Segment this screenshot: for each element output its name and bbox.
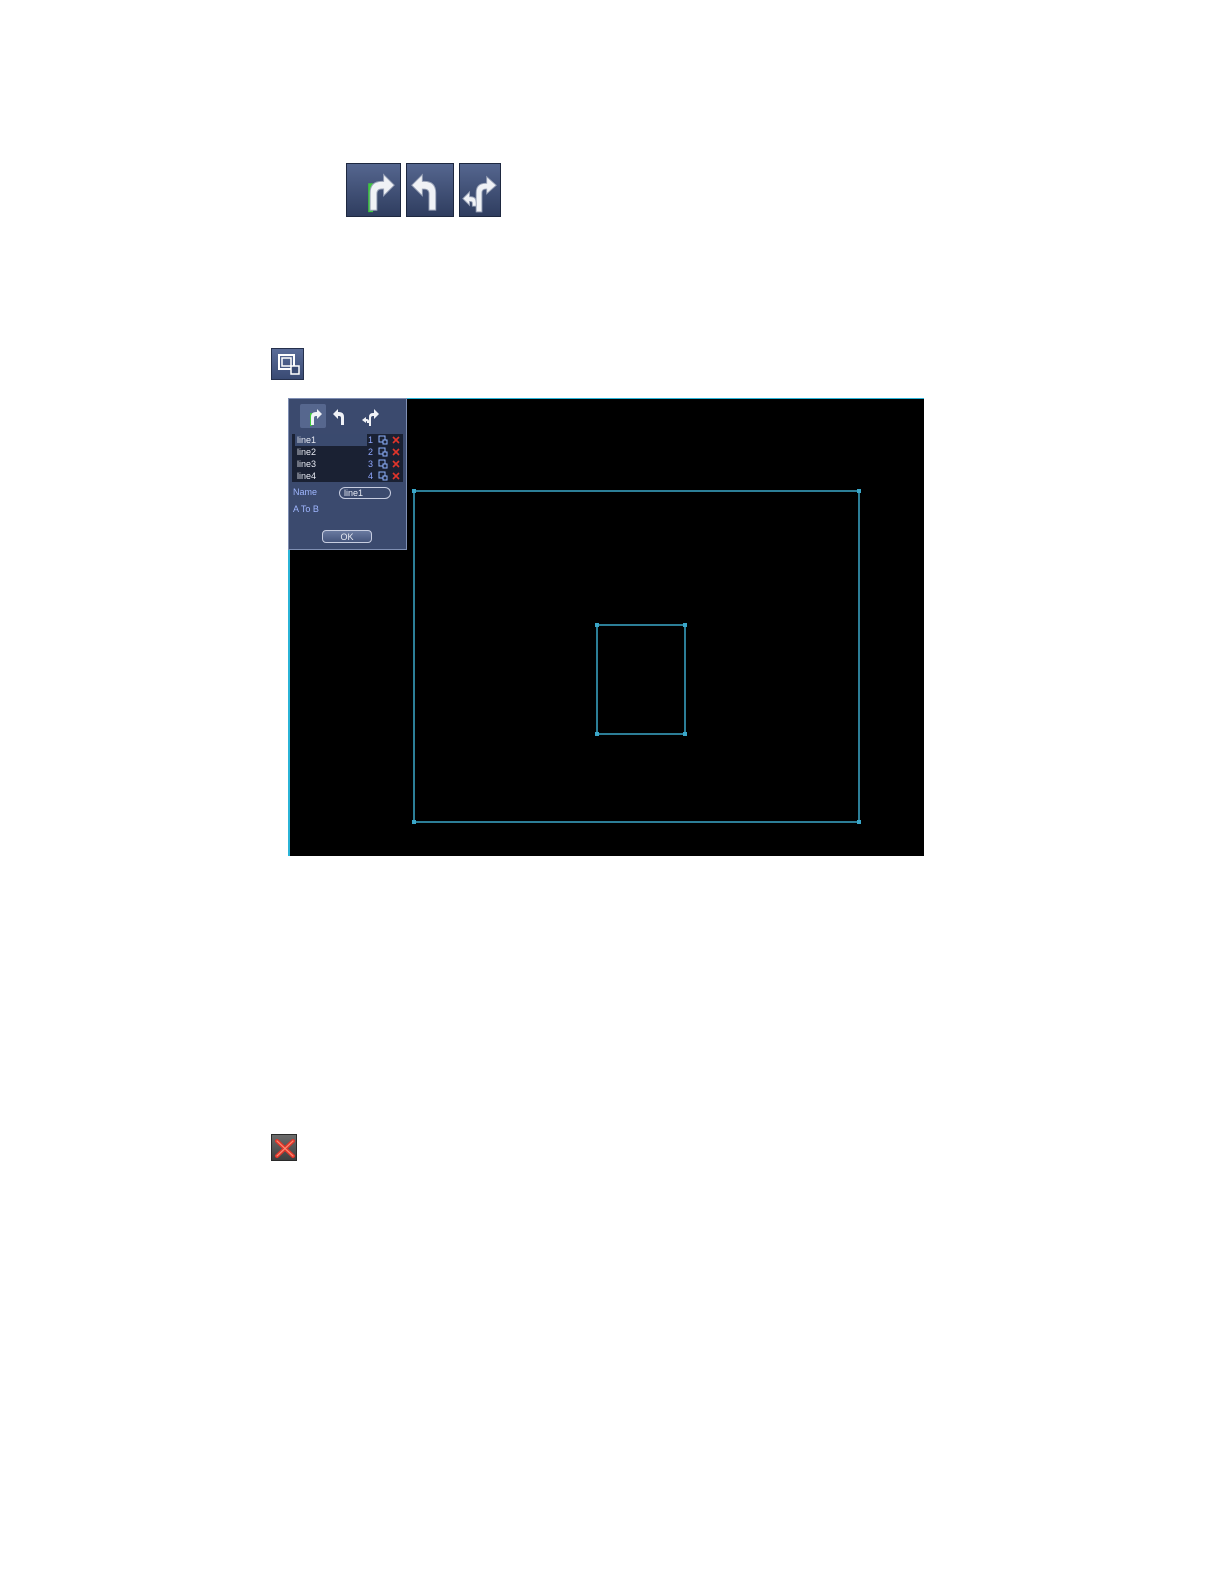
edit-region-icon bbox=[278, 354, 300, 375]
direction-label: A To B bbox=[293, 504, 319, 514]
left-turn-arrow-icon bbox=[333, 409, 344, 425]
outer-region-handle-bl[interactable] bbox=[412, 820, 416, 824]
bidirectional-arrow-icon bbox=[362, 409, 379, 426]
inner-region-handle-bl[interactable] bbox=[595, 732, 599, 736]
list-item[interactable]: line1 1 bbox=[292, 434, 403, 446]
outer-region[interactable] bbox=[413, 490, 860, 823]
line-name: line3 bbox=[297, 459, 317, 469]
ok-button[interactable]: OK bbox=[322, 530, 372, 543]
line-name: line2 bbox=[297, 447, 317, 457]
list-item[interactable]: line3 3 bbox=[292, 458, 403, 470]
delete-x-icon[interactable] bbox=[391, 447, 401, 457]
bidirectional-arrow-icon bbox=[462, 175, 497, 213]
inner-region[interactable] bbox=[596, 624, 686, 735]
edit-region-icon[interactable] bbox=[378, 435, 388, 445]
inner-region-handle-br[interactable] bbox=[683, 732, 687, 736]
line-list: line1 1 line2 2 line3 3 line4 4 bbox=[292, 434, 403, 482]
direction-b-to-a-button[interactable] bbox=[406, 163, 454, 217]
outer-region-handle-br[interactable] bbox=[857, 820, 861, 824]
edit-region-icon[interactable] bbox=[378, 471, 388, 481]
right-turn-arrow-icon bbox=[310, 409, 322, 426]
line-number: 4 bbox=[368, 471, 374, 481]
inner-region-handle-tr[interactable] bbox=[683, 623, 687, 627]
delete-x-icon[interactable] bbox=[391, 459, 401, 469]
edit-region-icon[interactable] bbox=[378, 447, 388, 457]
name-label: Name bbox=[293, 487, 318, 497]
outer-region-handle-tr[interactable] bbox=[857, 489, 861, 493]
tool-direction-both[interactable] bbox=[358, 404, 384, 428]
list-item[interactable]: line4 4 bbox=[292, 470, 403, 482]
delete-region-button[interactable] bbox=[271, 1134, 297, 1161]
delete-x-icon[interactable] bbox=[391, 435, 401, 445]
edit-region-icon[interactable] bbox=[378, 459, 388, 469]
inner-region-handle-tl[interactable] bbox=[595, 623, 599, 627]
outer-region-handle-tl[interactable] bbox=[412, 489, 416, 493]
line-number: 1 bbox=[368, 435, 374, 445]
delete-x-icon[interactable] bbox=[391, 471, 401, 481]
edit-region-button[interactable] bbox=[271, 348, 304, 380]
right-turn-arrow-icon bbox=[368, 173, 395, 213]
line-name: line1 bbox=[295, 434, 367, 446]
line-number: 2 bbox=[368, 447, 374, 457]
direction-a-to-b-button[interactable] bbox=[346, 163, 401, 217]
tool-direction-b-to-a[interactable] bbox=[329, 404, 355, 428]
line-number: 3 bbox=[368, 459, 374, 469]
left-turn-arrow-icon bbox=[411, 173, 437, 211]
direction-both-button[interactable] bbox=[459, 163, 501, 217]
tripwire-panel: line1 1 line2 2 line3 3 line4 4 Name A T… bbox=[288, 398, 407, 550]
list-item[interactable]: line2 2 bbox=[292, 446, 403, 458]
delete-x-icon bbox=[275, 1139, 295, 1158]
tool-direction-a-to-b[interactable] bbox=[300, 404, 326, 428]
name-input[interactable] bbox=[339, 487, 391, 499]
line-name: line4 bbox=[297, 471, 317, 481]
